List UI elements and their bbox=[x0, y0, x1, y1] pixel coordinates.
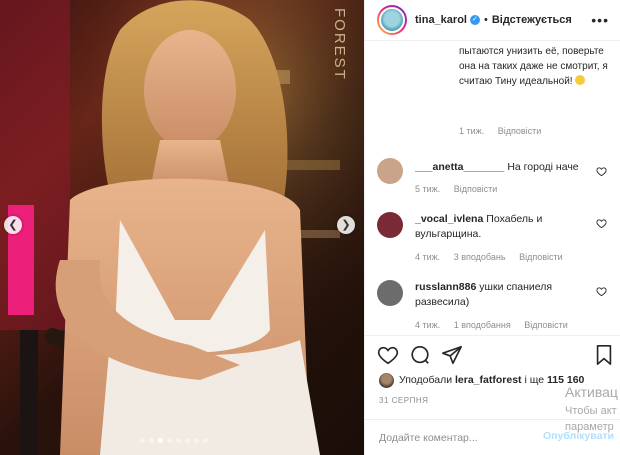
comment-like-heart-icon[interactable] bbox=[596, 166, 607, 177]
profile-username[interactable]: tina_karol bbox=[415, 14, 467, 26]
carousel-dot bbox=[158, 438, 163, 443]
comments-list[interactable]: пытаются унизить её, поверьте она на так… bbox=[365, 42, 620, 334]
reply-button[interactable]: Відповісти bbox=[498, 126, 542, 136]
comment-input[interactable] bbox=[379, 429, 539, 447]
previous-slide-button[interactable]: ❮ bbox=[4, 216, 22, 234]
comment-meta: 5 тиж. Відповісти bbox=[415, 184, 508, 194]
comment-like-heart-icon[interactable] bbox=[596, 218, 607, 229]
heart-icon[interactable] bbox=[377, 344, 399, 366]
chevron-left-icon: ❮ bbox=[8, 219, 18, 231]
separator: • bbox=[483, 14, 488, 26]
bookmark-icon[interactable] bbox=[593, 344, 615, 366]
comment-time: 4 тиж. bbox=[415, 320, 441, 330]
carousel-dot bbox=[185, 438, 190, 443]
comment-time: 5 тиж. bbox=[415, 184, 441, 194]
post-date[interactable]: 31 СЕРПНЯ bbox=[379, 396, 428, 405]
carousel-dot bbox=[194, 438, 199, 443]
likes-prefix: Уподобали bbox=[399, 374, 453, 386]
post-actions bbox=[365, 335, 620, 371]
activation-watermark-line3: параметр bbox=[565, 421, 614, 433]
photo-illustration bbox=[0, 0, 364, 455]
comment-likes[interactable]: 3 вподобань bbox=[454, 252, 506, 262]
comment-username[interactable]: russlann886 bbox=[415, 281, 476, 293]
reply-button[interactable]: Відповісти bbox=[454, 184, 498, 194]
follow-status-button[interactable]: Відстежується bbox=[492, 14, 572, 26]
post-photo[interactable]: FOREST ❮ ❯ bbox=[0, 0, 364, 455]
carousel-dot bbox=[140, 438, 145, 443]
verified-badge-icon: ✓ bbox=[469, 15, 480, 25]
carousel-dot bbox=[203, 438, 208, 443]
comment-avatar[interactable] bbox=[377, 280, 403, 306]
post-sidebar: tina_karol ✓ • Відстежується ••• пытаютс… bbox=[364, 0, 620, 455]
reply-button[interactable]: Відповісти bbox=[524, 320, 568, 330]
comment-body: russlann886 ушки спаниеля развесила) bbox=[415, 280, 591, 310]
comment-meta: 1 тиж. Відповісти bbox=[459, 126, 552, 136]
comment-body: ___anetta_______ На городі наче bbox=[415, 160, 591, 175]
comment-username[interactable]: _vocal_ivlena bbox=[415, 213, 483, 225]
activation-watermark-line1: Активац bbox=[565, 384, 618, 400]
liker-username[interactable]: lera_fatforest bbox=[455, 374, 522, 386]
comment-meta: 4 тиж. 3 вподобань Відповісти bbox=[415, 252, 574, 262]
comment-username[interactable]: ___anetta_______ bbox=[415, 161, 504, 173]
carousel-dot bbox=[149, 438, 154, 443]
comment-likes[interactable]: 1 вподобання bbox=[454, 320, 511, 330]
comment-meta: 4 тиж. 1 вподобання Відповісти bbox=[415, 320, 579, 330]
carousel-indicator bbox=[140, 438, 208, 443]
comment-icon[interactable] bbox=[409, 344, 431, 366]
comment-body: _vocal_ivlena Похабель и вульгарщина. bbox=[415, 212, 591, 242]
liker-avatar[interactable] bbox=[379, 372, 394, 388]
chevron-right-icon: ❯ bbox=[341, 219, 351, 231]
comment-like-heart-icon[interactable] bbox=[596, 286, 607, 297]
more-options-icon[interactable]: ••• bbox=[591, 12, 609, 28]
comment-time: 4 тиж. bbox=[415, 252, 441, 262]
post-header: tina_karol ✓ • Відстежується ••• bbox=[365, 0, 620, 41]
share-icon[interactable] bbox=[441, 344, 463, 366]
comment-avatar[interactable] bbox=[377, 158, 403, 184]
activation-watermark-line2: Чтобы акт bbox=[565, 405, 617, 417]
comment-text: пытаются унизить её, поверьте она на так… bbox=[459, 46, 608, 87]
next-slide-button[interactable]: ❯ bbox=[337, 216, 355, 234]
brand-watermark: FOREST bbox=[331, 8, 348, 81]
likes-summary: Уподобали lera_fatforest і ще 115 160 bbox=[379, 372, 584, 388]
comment-avatar[interactable] bbox=[377, 212, 403, 238]
comment-time: 1 тиж. bbox=[459, 126, 485, 136]
smile-emoji-icon bbox=[575, 75, 586, 85]
comment-text: На городі наче bbox=[507, 161, 579, 173]
carousel-dot bbox=[167, 438, 172, 443]
avatar-image bbox=[379, 7, 405, 33]
carousel-dot bbox=[176, 438, 181, 443]
likes-middle: і ще bbox=[524, 374, 545, 386]
profile-avatar[interactable] bbox=[377, 5, 407, 35]
comment-continued-text: пытаются унизить её, поверьте она на так… bbox=[459, 44, 609, 89]
reply-button[interactable]: Відповісти bbox=[519, 252, 563, 262]
